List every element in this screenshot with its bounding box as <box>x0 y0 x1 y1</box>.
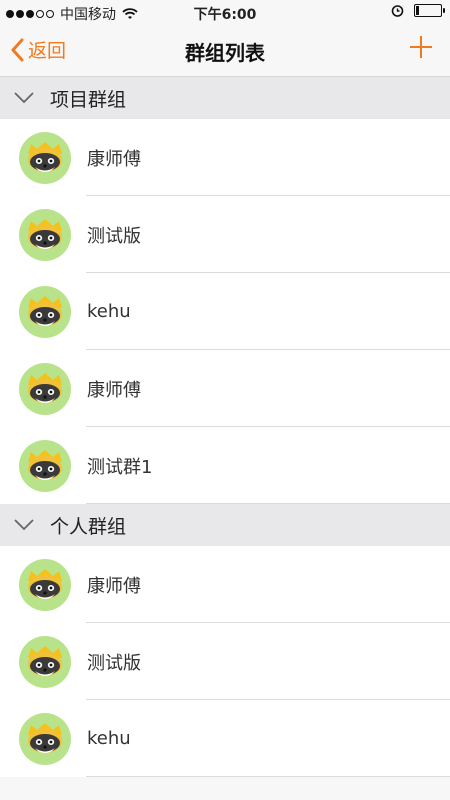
group-avatar <box>19 712 71 765</box>
section-header[interactable]: 项目群组 <box>0 77 450 119</box>
group-avatar <box>19 635 71 688</box>
group-name: 康师傅 <box>87 148 141 170</box>
group-avatar <box>19 208 71 261</box>
row-divider <box>86 776 450 777</box>
group-avatar <box>19 439 71 492</box>
group-list-item[interactable]: 康师傅 <box>0 119 450 196</box>
section-title: 个人群组 <box>50 515 127 538</box>
add-group-button[interactable] <box>408 34 434 60</box>
group-name: 测试版 <box>87 225 141 247</box>
group-name: 测试版 <box>87 652 141 674</box>
status-right <box>391 4 445 17</box>
group-list-item[interactable]: 测试版 <box>0 623 450 700</box>
chevron-down-icon <box>14 519 34 531</box>
battery-icon <box>414 4 445 17</box>
group-list-item[interactable]: 测试版 <box>0 196 450 273</box>
chevron-down-icon <box>14 92 34 104</box>
group-name: 测试群1 <box>87 456 153 478</box>
status-time: 下午6:00 <box>193 7 257 23</box>
group-list-item[interactable]: 康师傅 <box>0 350 450 427</box>
section-header[interactable]: 个人群组 <box>0 504 450 546</box>
group-avatar <box>19 362 71 415</box>
group-list-item[interactable]: 康师傅 <box>0 546 450 623</box>
row-divider <box>86 503 450 504</box>
group-list: 项目群组 康师傅 测试版 kehu 康师傅 测试群1 个人群组 康师傅 测试版 … <box>0 77 450 777</box>
group-list-item[interactable]: 测试群1 <box>0 427 450 504</box>
alarm-icon <box>391 5 404 17</box>
group-name: kehu <box>87 301 131 322</box>
page-title: 群组列表 <box>185 41 265 65</box>
group-name: 康师傅 <box>87 379 141 401</box>
group-list-item[interactable]: kehu <box>0 273 450 350</box>
group-avatar <box>19 285 71 338</box>
group-name: 康师傅 <box>87 575 141 597</box>
group-avatar <box>19 131 71 184</box>
section-title: 项目群组 <box>50 88 127 111</box>
group-list-item[interactable]: kehu <box>0 700 450 777</box>
group-name: kehu <box>87 728 131 749</box>
status-bar: 中国移动 下午6:00 <box>0 0 450 26</box>
group-avatar <box>19 558 71 611</box>
nav-bar: 返回 群组列表 <box>0 26 450 77</box>
